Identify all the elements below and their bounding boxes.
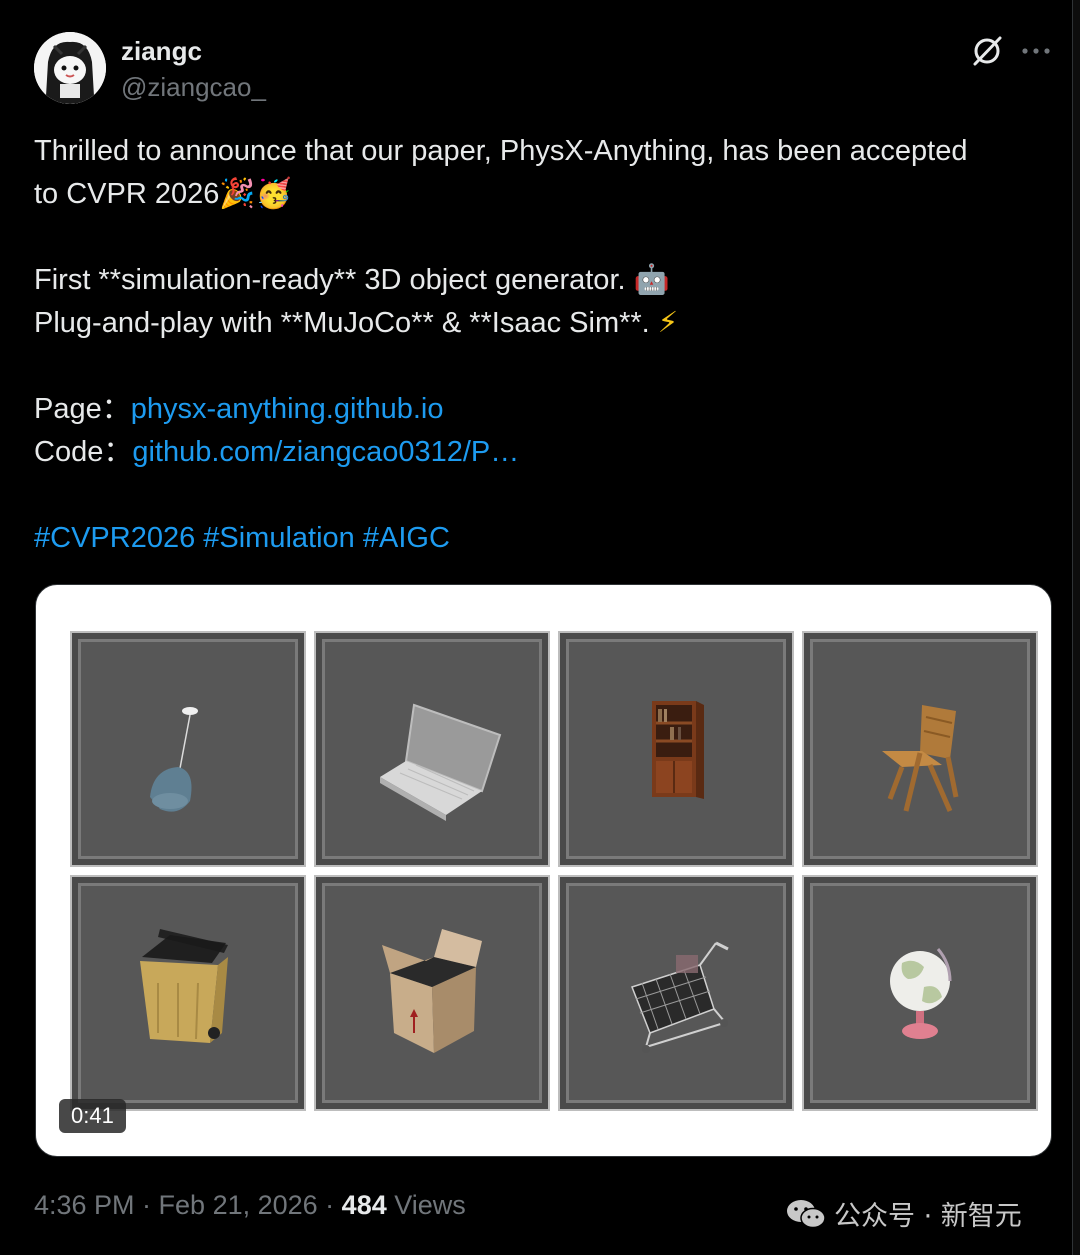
- tweet-meta: 4:36 PM · Feb 21, 2026 · 484 Views: [34, 1190, 466, 1221]
- tweet-line-3: First **simulation-ready** 3D object gen…: [34, 259, 1059, 302]
- tile-trash-bin: [72, 877, 304, 1109]
- tweet-line-3-text: First **simulation-ready** 3D object gen…: [34, 264, 626, 296]
- tweet-line-4-text: Plug-and-play with **MuJoCo** & **Isaac …: [34, 307, 650, 339]
- page-label: Page：: [34, 393, 131, 425]
- tile-folding-chair: [804, 633, 1036, 865]
- party-emoji-icon: 🎉🥳: [219, 178, 292, 210]
- lightning-emoji-icon: ⚡: [657, 307, 679, 339]
- tile-shopping-cart: [560, 877, 792, 1109]
- watermark-text: 公众号 · 新智元: [834, 1201, 1022, 1232]
- code-link[interactable]: github.com/ziangcao0312/P…: [132, 436, 519, 468]
- tweet-line-2: to CVPR 2026🎉🥳: [34, 173, 1059, 216]
- more-icon[interactable]: [1020, 36, 1052, 66]
- object-grid: [72, 633, 1036, 1109]
- tile-globe: [804, 877, 1036, 1109]
- watermark: 公众号 · 新智元: [786, 1194, 1022, 1233]
- tweet-line-2-text: to CVPR 2026: [34, 178, 220, 210]
- code-link-row: Code：github.com/ziangcao0312/P…: [34, 431, 1059, 474]
- page-link[interactable]: physx-anything.github.io: [131, 393, 444, 425]
- wechat-icon: [787, 1199, 826, 1228]
- tweet-line-1: Thrilled to announce that our paper, Phy…: [34, 135, 968, 167]
- author-display-name[interactable]: ziangc: [121, 36, 202, 67]
- video-duration: 0:41: [59, 1099, 126, 1133]
- code-label: Code：: [34, 436, 133, 468]
- views-label: Views: [386, 1190, 466, 1220]
- avatar[interactable]: [34, 32, 106, 104]
- author-handle[interactable]: @ziangcao_: [121, 72, 266, 103]
- robot-emoji-icon: 🤖: [633, 264, 670, 296]
- views-count: 484: [341, 1190, 387, 1220]
- tweet-text: Thrilled to announce that our paper, Phy…: [34, 130, 1059, 560]
- tile-cardboard-box: [316, 877, 548, 1109]
- video-player[interactable]: 0:41: [35, 584, 1052, 1157]
- scroll-rail: [1072, 0, 1080, 1255]
- page-link-row: Page：physx-anything.github.io: [34, 388, 1059, 431]
- tile-hanging-lamp: [72, 633, 304, 865]
- grok-icon[interactable]: [970, 34, 1004, 68]
- hashtags[interactable]: #CVPR2026 #Simulation #AIGC: [34, 517, 1059, 560]
- tweet-line-4: Plug-and-play with **MuJoCo** & **Isaac …: [34, 302, 1059, 345]
- timestamp[interactable]: 4:36 PM · Feb 21, 2026 ·: [34, 1190, 342, 1220]
- tile-bookshelf: [560, 633, 792, 865]
- tile-laptop: [316, 633, 548, 865]
